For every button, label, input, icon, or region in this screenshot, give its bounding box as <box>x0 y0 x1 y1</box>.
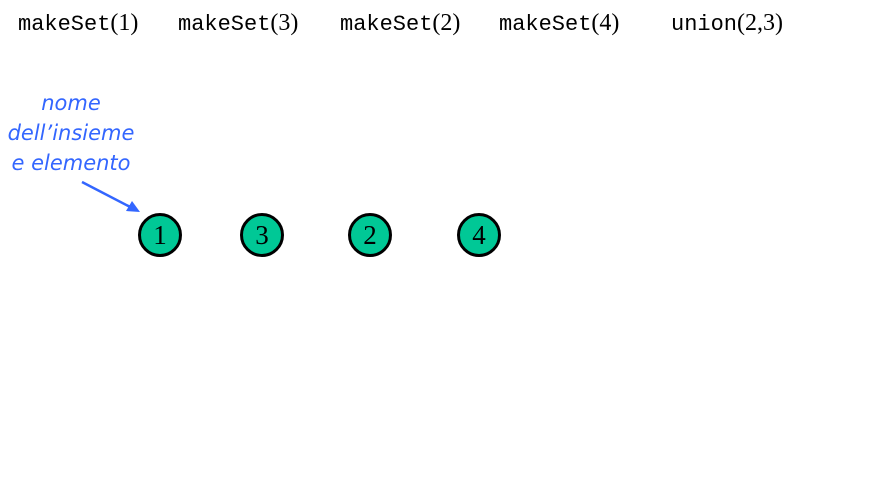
operation-makeset-2: makeSet(2) <box>340 6 460 42</box>
operation-union-2-3: union(2,3) <box>671 6 783 42</box>
operation-name: makeSet <box>178 12 271 37</box>
annotation-line: e elemento <box>11 151 131 175</box>
operation-args: (4) <box>591 10 620 36</box>
annotation-line: nome <box>41 91 101 115</box>
set-node-3: 3 <box>240 213 284 257</box>
arrow-shaft <box>81 180 137 212</box>
operation-args: (1) <box>110 10 139 36</box>
arrow-head <box>126 201 140 212</box>
set-name-annotation: nome dell’insieme e elemento <box>0 88 142 178</box>
operation-args: (3) <box>270 10 299 36</box>
set-node-2: 2 <box>348 213 392 257</box>
operation-name: makeSet <box>18 12 111 37</box>
operation-name: makeSet <box>340 12 433 37</box>
node-label: 4 <box>472 219 486 250</box>
set-node-1: 1 <box>138 213 182 257</box>
operation-makeset-3: makeSet(3) <box>178 6 298 42</box>
operation-makeset-4: makeSet(4) <box>499 6 619 42</box>
operations-bar: makeSet(1) makeSet(3) makeSet(2) makeSet… <box>0 6 892 40</box>
node-label: 3 <box>255 219 269 250</box>
operation-makeset-1: makeSet(1) <box>18 6 138 42</box>
operation-name: makeSet <box>499 12 592 37</box>
set-node-4: 4 <box>457 213 501 257</box>
annotation-arrow <box>81 180 140 212</box>
operation-name: union <box>671 12 738 37</box>
operation-args: (2,3) <box>737 10 783 36</box>
operation-args: (2) <box>432 10 461 36</box>
annotation-line: dell’insieme <box>7 121 135 145</box>
node-label: 1 <box>153 219 167 250</box>
node-label: 2 <box>363 219 377 250</box>
